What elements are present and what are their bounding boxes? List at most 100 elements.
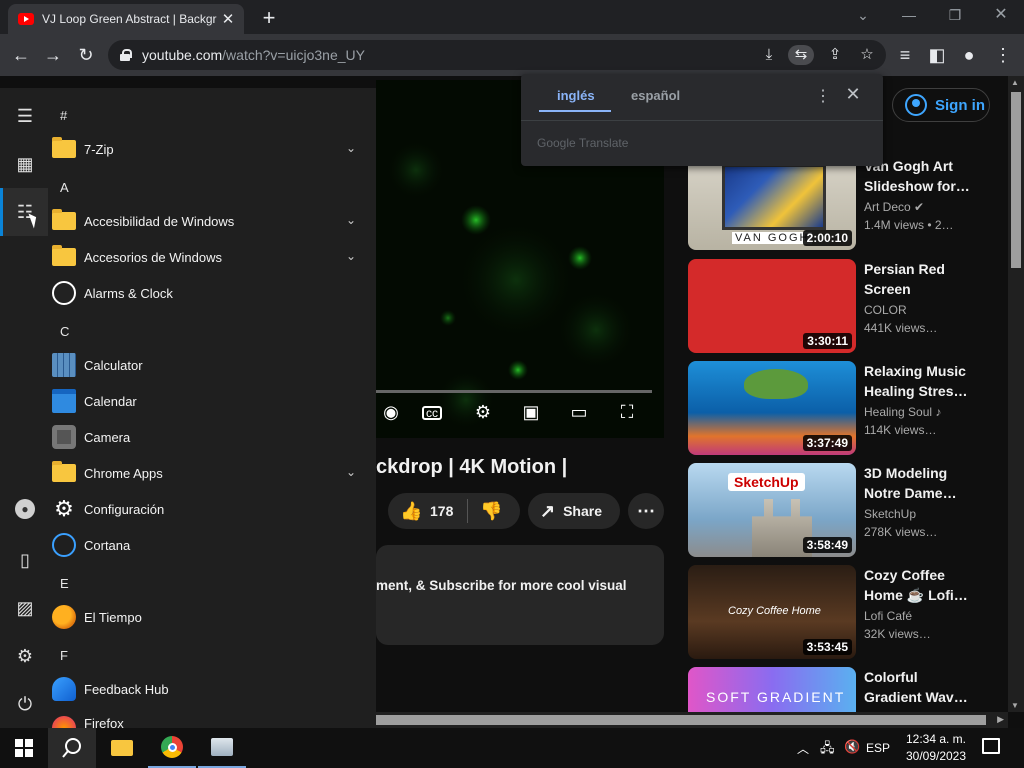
video-duration: 3:37:49 xyxy=(802,435,852,451)
scroll-right-icon[interactable]: ▶ xyxy=(997,714,1004,725)
restore-button[interactable]: ❐ xyxy=(932,5,978,29)
start-button[interactable] xyxy=(0,728,48,768)
group-header[interactable]: E xyxy=(60,576,69,591)
tab-search-chevron-icon[interactable]: ⌄ xyxy=(840,5,886,29)
bookmark-star-icon[interactable]: ☆ xyxy=(854,45,880,65)
browser-tab[interactable]: VJ Loop Green Abstract | Backgr ✕ xyxy=(8,4,244,34)
description-box[interactable] xyxy=(376,545,664,645)
fullscreen-icon[interactable]: ⛶ xyxy=(614,402,640,423)
view-count: 441K views… xyxy=(864,321,938,335)
back-button[interactable]: ← xyxy=(8,42,34,68)
horizontal-scrollbar[interactable]: ▶ xyxy=(376,712,1008,728)
app-cortana[interactable]: Cortana xyxy=(48,527,376,563)
group-header[interactable]: A xyxy=(60,180,69,195)
app-el-tiempo[interactable]: El Tiempo xyxy=(48,599,376,635)
scroll-down-icon[interactable]: ▼ xyxy=(1011,701,1019,710)
hamburger-menu-icon[interactable]: ☰ xyxy=(12,103,38,129)
pictures-icon[interactable]: ▨ xyxy=(12,595,38,621)
documents-icon[interactable]: ▯ xyxy=(12,547,38,573)
show-hidden-icons-chevron-icon[interactable]: ︿ xyxy=(797,740,809,757)
clock[interactable]: 12:34 a. m. 30/09/2023 xyxy=(896,731,976,765)
video-progress-bar[interactable] xyxy=(376,390,652,393)
recommendation-card[interactable]: VAN GOGH 2:00:10 Van Gogh Art Slideshow f… xyxy=(688,156,988,250)
recommendation-card[interactable]: SOFT GRADIENT Colorful Gradient Wav… xyxy=(688,667,988,712)
folder-icon xyxy=(52,461,76,482)
clock-icon xyxy=(52,281,76,305)
recommendation-card[interactable]: 3:37:49 Relaxing Music Healing Stres… Hea… xyxy=(688,361,988,455)
thumbnail-caption: VAN GOGH xyxy=(732,232,813,244)
share-icon[interactable]: ⇪ xyxy=(822,45,848,65)
reload-button[interactable]: ↻ xyxy=(73,42,99,68)
minimize-button[interactable]: — xyxy=(886,5,932,29)
profile-icon[interactable]: ● xyxy=(956,42,982,68)
theater-mode-icon[interactable]: ▭ xyxy=(566,402,592,423)
app-calculator[interactable]: Calculator xyxy=(48,347,376,383)
captions-icon[interactable]: cc xyxy=(422,406,442,420)
scrollbar-thumb[interactable] xyxy=(376,715,986,725)
scroll-up-icon[interactable]: ▲ xyxy=(1011,78,1019,87)
notifications-icon[interactable] xyxy=(982,738,1000,754)
input-language[interactable]: ESP xyxy=(866,741,890,755)
app-accesorios[interactable]: Accesorios de Windows ⌄ xyxy=(48,239,376,275)
address-bar[interactable]: youtube.com/watch?v=uicjo3ne_UY ⤓ ⇆ ⇪ ☆ xyxy=(108,40,886,70)
vertical-scrollbar[interactable]: ▲ ▼ xyxy=(1008,76,1024,712)
sign-in-label: Sign in xyxy=(935,96,985,114)
app-feedback-hub[interactable]: Feedback Hub xyxy=(48,671,376,707)
recommendation-card[interactable]: 3:30:11 Persian Red Screen COLOR 441K vie… xyxy=(688,259,988,353)
translate-popup: inglés español ⋮ ✕ Google Translate xyxy=(521,74,883,166)
calendar-icon xyxy=(52,389,76,413)
snipping-tool-button[interactable] xyxy=(198,728,246,768)
scrollbar-thumb[interactable] xyxy=(1011,92,1021,268)
dislike-button[interactable]: 👎 xyxy=(480,501,502,522)
settings-gear-icon[interactable]: ⚙ xyxy=(470,402,496,423)
lock-icon xyxy=(120,49,132,61)
network-icon[interactable]: 🖧 xyxy=(820,739,835,761)
share-button[interactable]: ↗ Share xyxy=(528,493,620,529)
close-window-button[interactable]: ✕ xyxy=(978,5,1024,29)
translate-icon[interactable]: ⇆ xyxy=(788,45,814,65)
autoplay-toggle-icon[interactable]: ◉ xyxy=(378,402,404,423)
chevron-down-icon: ⌄ xyxy=(345,465,356,479)
close-tab-icon[interactable]: ✕ xyxy=(220,10,236,28)
video-title: Colorful Gradient Wav… xyxy=(864,667,970,707)
tab-target-language[interactable]: español xyxy=(631,88,680,103)
group-header[interactable]: # xyxy=(60,108,67,123)
forward-button[interactable]: → xyxy=(40,42,66,68)
file-explorer-button[interactable] xyxy=(98,728,146,768)
app-configuracion[interactable]: ⚙ Configuración xyxy=(48,491,376,527)
app-camera[interactable]: Camera xyxy=(48,419,376,455)
player-controls: ◉ cc ⚙ ▣ ▭ ⛶ xyxy=(376,402,664,432)
group-header[interactable]: C xyxy=(60,324,69,339)
side-panel-icon[interactable]: ◧ xyxy=(924,42,950,68)
volume-muted-icon[interactable]: 🔇 xyxy=(844,739,860,755)
recommendation-card[interactable]: SketchUp 3:58:49 3D Modeling Notre Dame… … xyxy=(688,463,988,557)
miniplayer-icon[interactable]: ▣ xyxy=(518,402,544,423)
video-thumbnail: SOFT GRADIENT xyxy=(688,667,856,712)
chrome-taskbar-button[interactable] xyxy=(148,728,196,768)
new-tab-button[interactable]: + xyxy=(258,5,280,31)
menu-kebab-icon[interactable]: ⋮ xyxy=(990,42,1016,68)
more-actions-button[interactable]: ⋯ xyxy=(628,493,664,529)
sign-in-button[interactable]: Sign in xyxy=(892,88,990,122)
app-accesibilidad[interactable]: Accesibilidad de Windows ⌄ xyxy=(48,203,376,239)
start-menu-rail: ☰ ▦ ☷ ● ▯ ▨ ⚙ ⏻ xyxy=(0,88,48,728)
title-line: Colorful xyxy=(864,669,918,685)
app-alarms-clock[interactable]: Alarms & Clock xyxy=(48,275,376,311)
tab-source-language[interactable]: inglés xyxy=(557,88,595,103)
translate-options-icon[interactable]: ⋮ xyxy=(815,86,831,106)
app-chrome-apps[interactable]: Chrome Apps ⌄ xyxy=(48,455,376,491)
app-firefox[interactable]: Firefox xyxy=(48,707,376,728)
power-icon[interactable]: ⏻ xyxy=(12,691,38,717)
media-control-icon[interactable]: ≡ xyxy=(892,42,918,68)
gear-icon: ⚙ xyxy=(54,496,74,521)
app-7zip[interactable]: 7-Zip ⌄ xyxy=(48,131,376,167)
group-header[interactable]: F xyxy=(60,648,68,663)
settings-gear-icon[interactable]: ⚙ xyxy=(12,643,38,669)
user-account-icon[interactable]: ● xyxy=(15,499,35,519)
search-button[interactable] xyxy=(48,728,96,768)
app-calendar[interactable]: Calendar xyxy=(48,383,376,419)
recommendation-card[interactable]: Cozy Coffee Home 3:53:45 Cozy Coffee Home… xyxy=(688,565,988,659)
close-icon[interactable]: ✕ xyxy=(845,84,861,105)
install-app-icon[interactable]: ⤓ xyxy=(756,45,782,65)
tiles-icon[interactable]: ▦ xyxy=(12,151,38,177)
